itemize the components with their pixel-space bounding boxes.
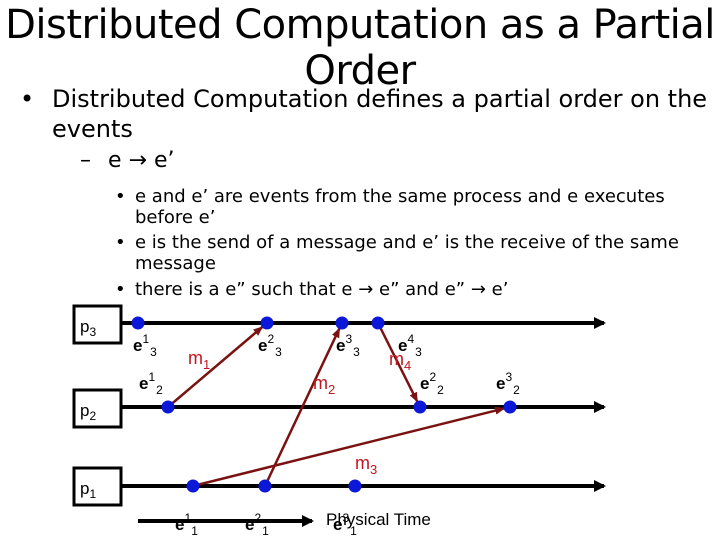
event-e23 <box>260 316 274 330</box>
message-label-m3: m3 <box>355 453 377 477</box>
event-label-e22: e22 <box>420 370 444 397</box>
event-e21 <box>258 479 272 493</box>
event-e33 <box>335 316 349 330</box>
event-e31 <box>348 479 362 493</box>
event-e43 <box>371 316 385 330</box>
physical-time-label: Physical Time <box>326 510 431 529</box>
message-m3 <box>192 406 506 488</box>
event-label-e13: e13 <box>133 332 157 359</box>
message-label-m1: m1 <box>188 348 210 372</box>
event-e12 <box>161 400 175 414</box>
event-label-e32: e32 <box>496 370 520 397</box>
process-p1: p1 <box>72 466 606 507</box>
process-p2: p2 <box>72 388 606 429</box>
event-label-e33: e33 <box>336 332 360 359</box>
event-e22 <box>413 400 427 414</box>
event-label-e11: e11 <box>175 511 198 538</box>
event-label-e12: e12 <box>139 370 163 397</box>
event-e32 <box>503 400 517 414</box>
event-e11 <box>186 479 200 493</box>
message-m1 <box>167 325 264 408</box>
event-label-e23: e23 <box>258 332 282 359</box>
event-label-e21: e21 <box>245 511 269 538</box>
space-time-diagram: p3p2p1 e13 e23 e33 e43e12 e22 e32e11 e21 e31m1m… <box>72 304 606 538</box>
event-e13 <box>131 316 145 330</box>
message-label-m2: m2 <box>313 373 335 397</box>
